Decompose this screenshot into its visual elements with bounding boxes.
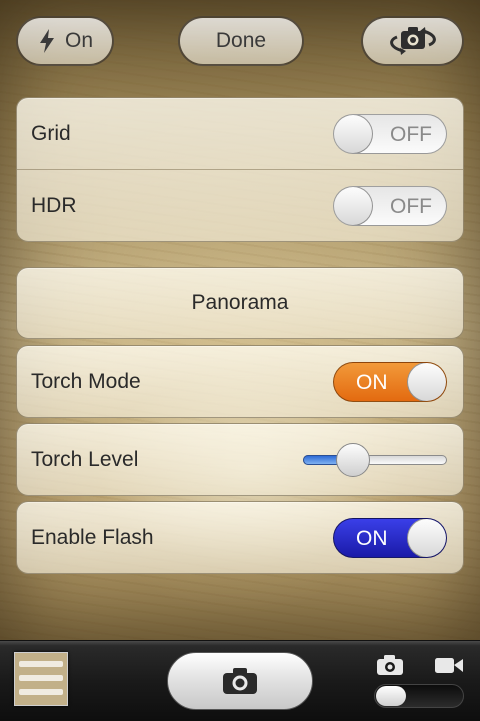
photo-video-switch[interactable] bbox=[374, 684, 464, 708]
thumbnail-detail bbox=[19, 689, 63, 695]
hdr-label: HDR bbox=[31, 193, 77, 217]
enable-flash-toggle-knob bbox=[407, 518, 446, 557]
torch-mode-label: Torch Mode bbox=[31, 369, 141, 393]
flash-button[interactable]: On bbox=[16, 16, 114, 66]
last-photo-thumbnail[interactable] bbox=[14, 652, 68, 706]
enable-flash-panel: Enable Flash ON bbox=[16, 501, 464, 574]
grid-row: Grid OFF bbox=[17, 98, 463, 169]
grid-toggle[interactable]: OFF bbox=[333, 113, 447, 154]
hdr-toggle-knob bbox=[334, 186, 373, 225]
lightning-bolt-icon bbox=[39, 29, 54, 53]
done-button[interactable]: Done bbox=[178, 16, 304, 66]
torch-mode-toggle-knob bbox=[407, 362, 446, 401]
hdr-toggle-state: OFF bbox=[390, 194, 432, 218]
panorama-label: Panorama bbox=[191, 291, 289, 314]
slider-thumb[interactable] bbox=[336, 442, 371, 477]
video-mode-icon bbox=[435, 658, 463, 673]
grid-hdr-panel: Grid OFF HDR OFF bbox=[16, 97, 464, 242]
torch-level-label: Torch Level bbox=[31, 447, 139, 471]
grid-toggle-knob bbox=[334, 114, 373, 153]
photo-video-switch-knob bbox=[376, 686, 406, 706]
grid-label: Grid bbox=[31, 121, 71, 145]
switch-camera-button[interactable] bbox=[361, 16, 464, 66]
enable-flash-row: Enable Flash ON bbox=[17, 502, 463, 573]
enable-flash-label: Enable Flash bbox=[31, 525, 154, 549]
thumbnail-detail bbox=[19, 661, 63, 667]
torch-mode-row: Torch Mode ON bbox=[17, 346, 463, 417]
flash-button-label: On bbox=[64, 29, 93, 52]
grid-toggle-state: OFF bbox=[390, 122, 432, 146]
hdr-row: HDR OFF bbox=[17, 169, 463, 241]
hdr-toggle[interactable]: OFF bbox=[333, 185, 447, 226]
torch-level-panel: Torch Level bbox=[16, 423, 464, 496]
torch-mode-panel: Torch Mode ON bbox=[16, 345, 464, 418]
thumbnail-detail bbox=[19, 675, 63, 681]
shutter-button[interactable] bbox=[167, 652, 313, 710]
panorama-button[interactable]: Panorama bbox=[16, 267, 464, 339]
enable-flash-toggle-state: ON bbox=[356, 526, 388, 550]
torch-level-slider[interactable] bbox=[303, 442, 447, 477]
camera-rotate-icon bbox=[389, 27, 436, 55]
torch-level-row: Torch Level bbox=[17, 424, 463, 495]
torch-mode-toggle[interactable]: ON bbox=[333, 361, 447, 402]
photo-mode-icon bbox=[377, 655, 403, 675]
enable-flash-toggle[interactable]: ON bbox=[333, 517, 447, 558]
torch-mode-toggle-state: ON bbox=[356, 370, 388, 394]
done-button-label: Done bbox=[215, 29, 267, 52]
camera-icon bbox=[223, 668, 257, 694]
